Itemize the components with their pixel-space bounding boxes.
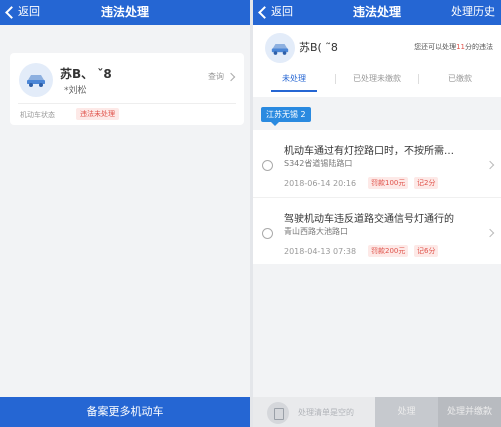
points-quota: 您还可以处理11分的违法 <box>414 42 493 52</box>
violation-location: S342省道锡陆路口 <box>284 159 353 168</box>
car-avatar <box>265 33 295 63</box>
vehicle-summary: 苏B( ˜8 您还可以处理11分的违法 未处理 已处理未缴款 已缴款 <box>253 25 501 97</box>
violation-item[interactable]: 机动车通过有灯控路口时，不按所需… S342省道锡陆路口 2018-06-14 … <box>253 130 501 197</box>
violation-description: 驾驶机动车违反道路交通信号灯通行的 <box>284 214 454 225</box>
right-nav-bar: 返回 违法处理 处理历史 <box>253 0 501 25</box>
card-divider <box>18 103 236 104</box>
history-link[interactable]: 处理历史 <box>451 3 495 21</box>
violation-item[interactable]: 驾驶机动车违反道路交通信号灯通行的 青山西路大池路口 2018-04-13 07… <box>253 197 501 264</box>
left-page-title: 违法处理 <box>100 5 149 19</box>
left-nav-bar: 返回 违法处理 <box>0 0 250 25</box>
vehicle-plate: 苏B、 ˇ8 <box>60 67 112 81</box>
region-chip: 江苏无锡 2 <box>261 107 311 126</box>
quota-suffix: 分的违法 <box>465 43 493 51</box>
violation-time: 2018-04-13 07:38 <box>284 247 357 256</box>
clipboard-icon <box>267 402 289 424</box>
vehicle-status-label: 机动车状态 <box>20 111 55 119</box>
select-radio[interactable] <box>262 160 273 171</box>
violation-description: 机动车通过有灯控路口时，不按所需… <box>284 146 454 157</box>
quota-number: 11 <box>456 43 465 51</box>
summary-plate: 苏B( ˜8 <box>299 41 338 54</box>
process-and-pay-button[interactable]: 处理并缴款 <box>438 397 501 427</box>
vehicle-status-badge: 违法未处理 <box>76 108 119 120</box>
violation-location: 青山西路大池路口 <box>284 227 348 236</box>
fine-badge: 罚款100元 <box>368 177 409 189</box>
query-link[interactable]: 查询 <box>208 71 236 82</box>
car-icon <box>271 43 289 55</box>
left-screen: 返回 违法处理 苏B、 ˇ8 *刘松 查询 机动车状态 违法未处理 备案更多机动… <box>0 0 250 427</box>
fine-badge: 罚款200元 <box>368 245 409 257</box>
chevron-right-icon <box>226 72 236 81</box>
points-badge: 记6分 <box>414 245 439 257</box>
quota-prefix: 您还可以处理 <box>414 43 457 51</box>
vehicle-card[interactable]: 苏B、 ˇ8 *刘松 查询 机动车状态 违法未处理 <box>10 53 244 125</box>
car-avatar <box>19 63 53 97</box>
tab-processed-unpaid[interactable]: 已处理未缴款 <box>336 70 418 94</box>
points-badge: 记2分 <box>414 177 439 189</box>
status-tabs: 未处理 已处理未缴款 已缴款 <box>253 70 501 94</box>
process-button[interactable]: 处理 <box>375 397 438 427</box>
violation-time: 2018-06-14 20:16 <box>284 179 357 188</box>
chevron-right-icon <box>485 160 495 170</box>
select-radio[interactable] <box>262 228 273 239</box>
right-screen: 返回 违法处理 处理历史 苏B( ˜8 您还可以处理11分的违法 未处理 已处理… <box>253 0 501 427</box>
chevron-right-icon <box>485 228 495 238</box>
violation-list: 机动车通过有灯控路口时，不按所需… S342省道锡陆路口 2018-06-14 … <box>253 130 501 264</box>
vehicle-owner: *刘松 <box>64 86 87 96</box>
tab-unprocessed[interactable]: 未处理 <box>253 70 335 94</box>
action-bar: 处理清单是空的 处理 处理并缴款 <box>253 397 501 427</box>
cart-status-text: 处理清单是空的 <box>298 408 354 417</box>
tab-paid[interactable]: 已缴款 <box>419 70 501 94</box>
register-more-vehicles-button[interactable]: 备案更多机动车 <box>0 397 250 427</box>
car-icon <box>27 75 45 87</box>
process-cart[interactable]: 处理清单是空的 <box>253 397 375 427</box>
query-label: 查询 <box>208 72 224 81</box>
